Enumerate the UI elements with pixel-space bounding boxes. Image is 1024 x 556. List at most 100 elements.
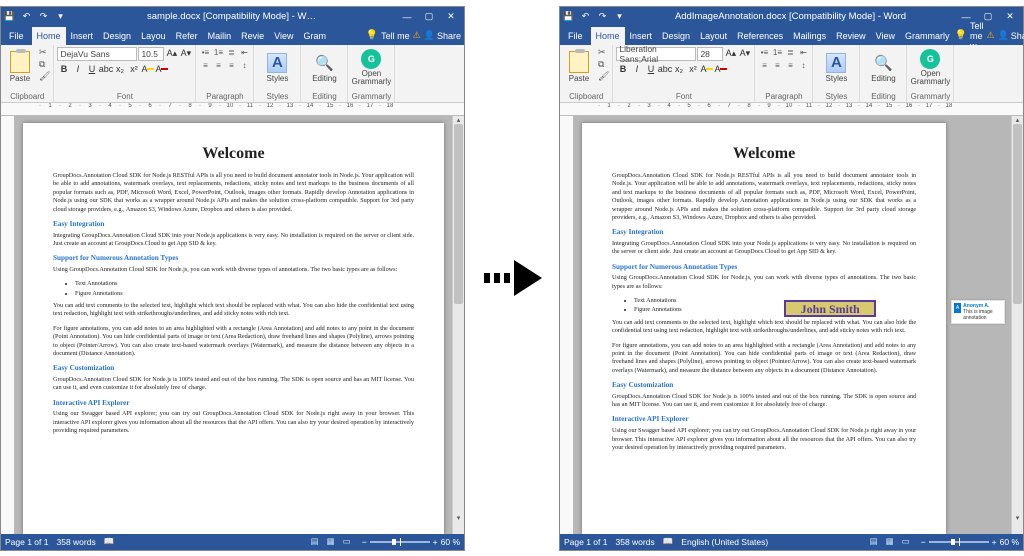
multilevel-icon[interactable]: ≣ [784,47,796,59]
view-print-icon[interactable]: ▦ [883,536,897,548]
comment-card[interactable]: A Anonym A. This is image annotation [951,300,1005,324]
zoom-value[interactable]: 60 % [441,537,460,547]
status-words[interactable]: 358 words [615,537,654,547]
tab-layout[interactable]: Layou [136,27,171,45]
grammarly-button[interactable]: G Open Grammarly [351,47,391,89]
scroll-up-icon[interactable]: ▴ [1012,116,1023,124]
paste-button[interactable]: Paste [4,47,36,87]
close-button[interactable]: ✕ [440,7,462,27]
styles-button[interactable]: A Styles [257,47,297,89]
font-name-select[interactable]: DejaVu Sans [57,47,137,61]
status-language[interactable]: English (United States) [681,537,768,547]
highlight-button[interactable]: A [141,63,154,76]
underline-button[interactable]: U [644,63,657,76]
qat-dropdown-icon[interactable]: ▾ [54,10,67,23]
redo-icon[interactable]: ↷ [596,10,609,23]
scroll-thumb[interactable] [1013,124,1022,304]
redo-icon[interactable]: ↷ [37,10,50,23]
subscript-button[interactable]: x₂ [672,63,685,76]
copy-icon[interactable]: ⧉ [598,59,609,70]
tellme-icon[interactable]: 💡 [366,30,378,41]
maximize-button[interactable]: ▢ [418,7,440,27]
grow-font-icon[interactable]: A▴ [165,47,178,60]
cut-icon[interactable]: ✂ [39,47,50,58]
qat-dropdown-icon[interactable]: ▾ [613,10,626,23]
italic-button[interactable]: I [630,63,643,76]
strike-button[interactable]: abc [99,63,112,76]
tab-review[interactable]: Review [831,27,871,45]
grow-font-icon[interactable]: A▴ [724,47,737,60]
status-page[interactable]: Page 1 of 1 [564,537,607,547]
share-button[interactable]: 👤 Share [998,30,1024,41]
status-proofing-icon[interactable]: 📖 [104,536,115,547]
tab-references[interactable]: References [732,27,788,45]
numbering-icon[interactable]: 1≡ [212,47,224,59]
close-button[interactable]: ✕ [999,7,1021,27]
styles-button[interactable]: A Styles [816,47,856,89]
tab-mailings[interactable]: Mailin [203,27,237,45]
share-button[interactable]: 👤 Share [424,30,461,41]
tellme-icon[interactable]: 💡 [955,30,967,41]
align-center-icon[interactable]: ≡ [771,60,783,72]
zoom-in-icon[interactable]: + [992,537,997,547]
vertical-scrollbar[interactable]: ▴ ▾ [1011,116,1023,534]
zoom-in-icon[interactable]: + [433,537,438,547]
bold-button[interactable]: B [616,63,629,76]
font-size-select[interactable]: 10.5 [138,47,164,61]
tab-home[interactable]: Home [32,27,66,45]
align-left-icon[interactable]: ≡ [199,60,211,72]
zoom-out-icon[interactable]: − [921,537,926,547]
tellme-label[interactable]: Tell me [381,31,410,41]
align-center-icon[interactable]: ≡ [212,60,224,72]
warning-icon[interactable]: ⚠ [986,30,994,41]
copy-icon[interactable]: ⧉ [39,59,50,70]
vertical-scrollbar[interactable]: ▴ ▾ [452,116,464,534]
superscript-button[interactable]: x² [686,63,699,76]
paste-button[interactable]: Paste [563,47,595,87]
view-web-icon[interactable]: ▭ [340,536,354,548]
tab-grammarly[interactable]: Grammarly [900,27,955,45]
grammarly-button[interactable]: G Open Grammarly [910,47,950,89]
align-right-icon[interactable]: ≡ [784,60,796,72]
zoom-control[interactable]: − + 60 % [921,537,1019,547]
save-icon[interactable]: 💾 [562,10,575,23]
superscript-button[interactable]: x² [127,63,140,76]
status-words[interactable]: 358 words [56,537,95,547]
indent-dec-icon[interactable]: ⇤ [797,47,809,59]
font-color-button[interactable]: A [155,63,168,76]
strike-button[interactable]: abc [658,63,671,76]
format-painter-icon[interactable]: 🖌 [598,71,609,82]
tab-file[interactable]: File [1,27,32,45]
line-spacing-icon[interactable]: ↕ [238,60,250,72]
tab-view[interactable]: View [269,27,298,45]
tab-insert[interactable]: Insert [66,27,99,45]
scroll-down-icon[interactable]: ▾ [453,514,464,522]
font-color-button[interactable]: A [714,63,727,76]
shrink-font-icon[interactable]: A▾ [738,47,751,60]
bold-button[interactable]: B [57,63,70,76]
zoom-out-icon[interactable]: − [362,537,367,547]
cut-icon[interactable]: ✂ [598,47,609,58]
status-page[interactable]: Page 1 of 1 [5,537,48,547]
multilevel-icon[interactable]: ≣ [225,47,237,59]
bullets-icon[interactable]: •≡ [758,47,770,59]
view-web-icon[interactable]: ▭ [899,536,913,548]
document-page[interactable]: Welcome GroupDocs.Annotation Cloud SDK f… [582,123,946,534]
underline-button[interactable]: U [85,63,98,76]
align-left-icon[interactable]: ≡ [758,60,770,72]
view-read-icon[interactable]: ▤ [867,536,881,548]
undo-icon[interactable]: ↶ [20,10,33,23]
tab-grammarly[interactable]: Gram [299,27,332,45]
minimize-button[interactable]: — [396,7,418,27]
format-painter-icon[interactable]: 🖌 [39,71,50,82]
font-name-select[interactable]: Liberation Sans;Arial [616,47,696,61]
scroll-thumb[interactable] [454,124,463,304]
zoom-value[interactable]: 60 % [1000,537,1019,547]
line-spacing-icon[interactable]: ↕ [797,60,809,72]
italic-button[interactable]: I [71,63,84,76]
tab-file[interactable]: File [560,27,591,45]
editing-button[interactable]: 🔍 Editing [304,47,344,89]
warning-icon[interactable]: ⚠ [413,30,421,41]
tab-view[interactable]: View [871,27,900,45]
save-icon[interactable]: 💾 [3,10,16,23]
